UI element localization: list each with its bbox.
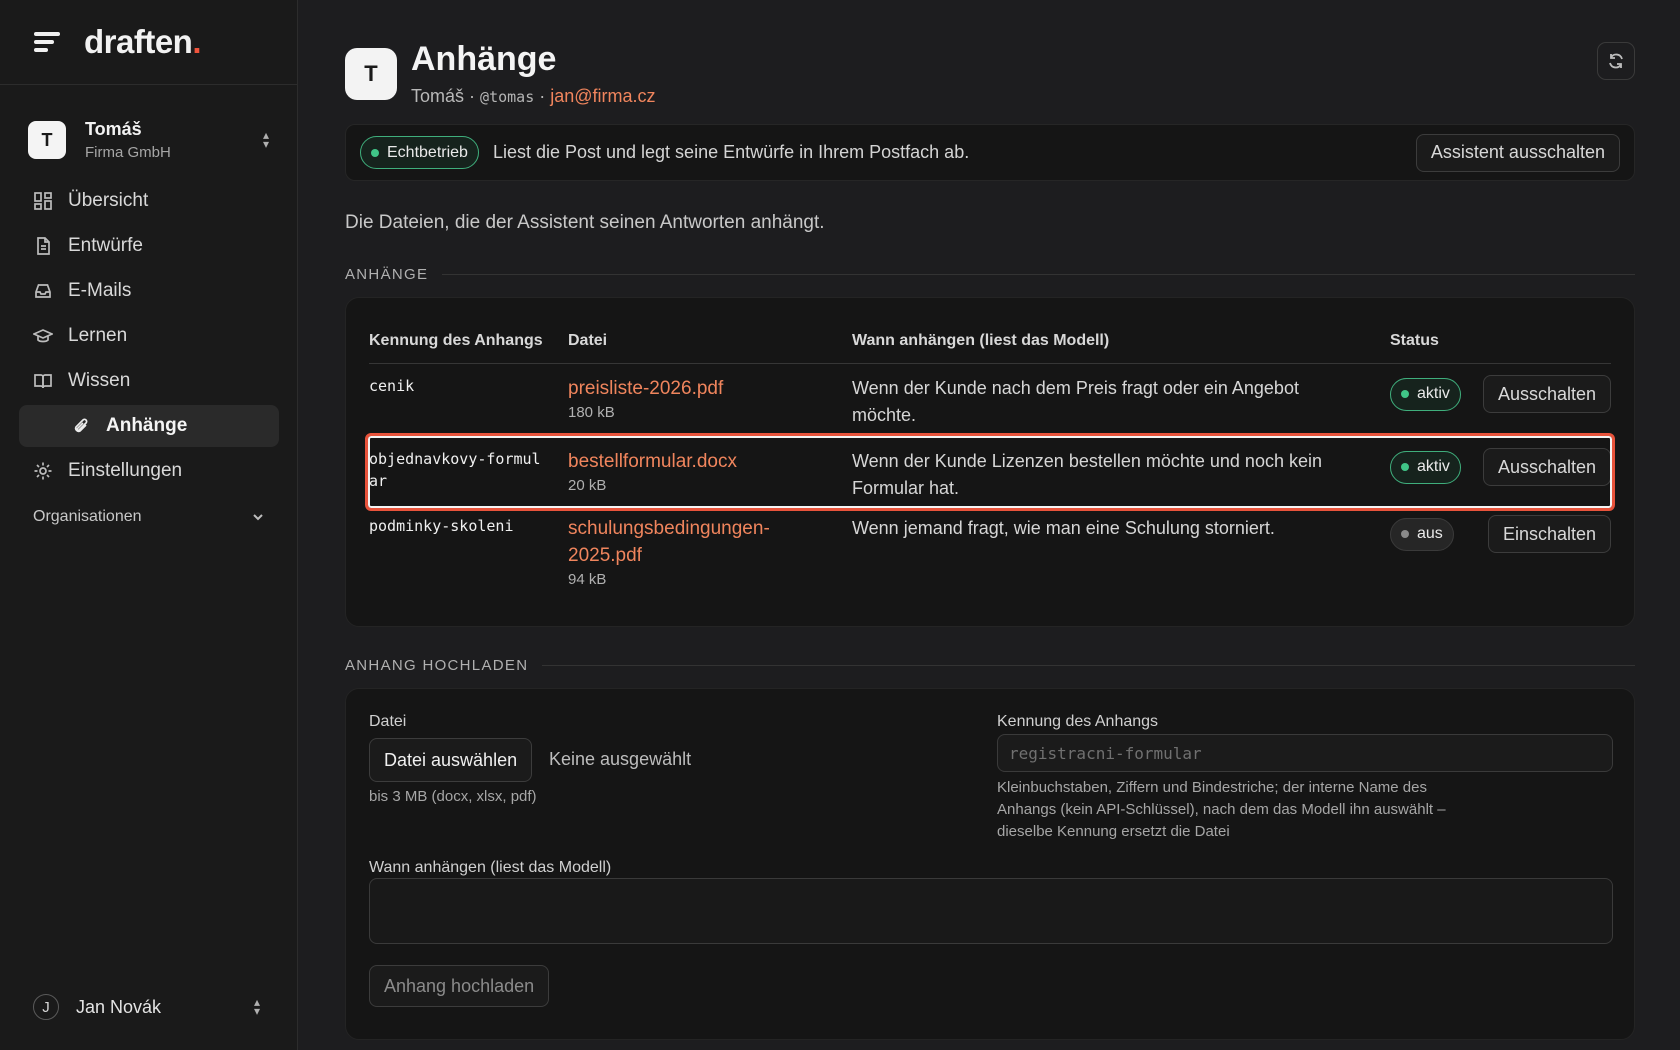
table-row: objednavkovy-formular bestellformular.do… xyxy=(365,433,1615,511)
attachment-id: podminky-skoleni xyxy=(369,517,514,535)
graduation-cap-icon xyxy=(33,329,53,343)
table-row: cenik preisliste-2026.pdf 180 kB Wenn de… xyxy=(369,364,1611,437)
owner-name: Tomáš xyxy=(411,86,465,106)
status-badge: aus xyxy=(1390,517,1454,551)
refresh-button[interactable] xyxy=(1597,42,1635,80)
attachment-id-help: Kleinbuchstaben, Ziffern und Bindestrich… xyxy=(997,779,1446,840)
sidebar-item-label: Lernen xyxy=(68,325,128,346)
file-label: Datei xyxy=(369,713,407,730)
sidebar-nav: Übersicht Entwürfe E-Mails Lernen Wissen… xyxy=(19,180,279,495)
upload-attachment-button[interactable]: Anhang hochladen xyxy=(369,965,550,1007)
sidebar-item-emails[interactable]: E-Mails xyxy=(19,270,279,312)
user-name: Jan Novák xyxy=(76,996,162,1017)
sidebar-item-uebersicht[interactable]: Übersicht xyxy=(19,180,279,222)
sidebar-group-organisationen[interactable]: Organisationen xyxy=(33,508,265,526)
enable-attachment-button[interactable]: Einschalten xyxy=(1487,515,1611,553)
upload-card: Datei Datei auswählen Keine ausgewählt b… xyxy=(345,688,1635,1040)
sidebar-item-lernen[interactable]: Lernen xyxy=(19,315,279,357)
gear-icon xyxy=(34,462,52,480)
column-header-status: Status xyxy=(1390,331,1439,349)
user-switcher[interactable]: J Jan Novák ▴ ▾ xyxy=(33,994,265,1020)
assistant-avatar: T xyxy=(345,48,397,100)
column-header-id: Kennung des Anhangs xyxy=(369,331,543,349)
sidebar: draften. T Tomáš Firma GmbH ▴ ▾ Übersicht… xyxy=(0,0,298,1050)
refresh-icon xyxy=(1609,53,1623,69)
sidebar-item-label: Übersicht xyxy=(68,190,149,211)
table-header: Kennung des Anhangs Datei Wann anhängen … xyxy=(369,318,1611,364)
row-highlight xyxy=(365,433,1615,511)
page-title: Anhänge xyxy=(411,40,557,78)
sidebar-item-entwuerfe[interactable]: Entwürfe xyxy=(19,225,279,267)
status-dot-icon xyxy=(371,148,379,157)
inbox-icon xyxy=(35,284,51,298)
attachment-file-size: 180 kB xyxy=(568,404,615,421)
choose-file-button[interactable]: Datei auswählen xyxy=(369,738,533,782)
book-icon xyxy=(34,374,52,389)
section-title-attachments: ANHÄNGE xyxy=(345,266,1635,283)
brand-bar: draften. xyxy=(0,0,297,85)
document-icon xyxy=(37,237,50,255)
attachment-id-label: Kennung des Anhangs xyxy=(997,713,1159,730)
sidebar-item-label: Wissen xyxy=(68,370,131,391)
disable-attachment-button[interactable]: Ausschalten xyxy=(1482,375,1611,413)
status-badge: aktiv xyxy=(1390,377,1461,411)
when-label: Wann anhängen (liest das Modell) xyxy=(369,859,612,876)
attachment-file-size: 94 kB xyxy=(568,571,607,588)
chevron-updown-icon: ▴ ▾ xyxy=(253,995,261,1018)
attachment-when: Wenn der Kunde nach dem Preis fragt oder… xyxy=(852,378,1299,425)
owner-email-link[interactable]: jan@firma.cz xyxy=(550,86,655,106)
file-help: bis 3 MB (docx, xlsx, pdf) xyxy=(369,788,537,805)
attachment-id: cenik xyxy=(369,377,415,395)
page-meta: Tomáš · @tomas · jan@firma.cz xyxy=(411,86,656,106)
grid-icon xyxy=(34,192,52,210)
sidebar-item-einstellungen[interactable]: Einstellungen xyxy=(19,450,279,492)
page-header: T Anhänge Tomáš · @tomas · jan@firma.cz xyxy=(345,40,1635,112)
section-title-upload: ANHANG HOCHLADEN xyxy=(345,657,1635,674)
sidebar-item-label: Einstellungen xyxy=(68,460,183,481)
user-avatar: J xyxy=(33,994,59,1020)
attachments-table: Kennung des Anhangs Datei Wann anhängen … xyxy=(365,318,1615,601)
sidebar-item-anhaenge[interactable]: Anhänge xyxy=(19,405,279,447)
status-dot-icon xyxy=(1401,390,1409,398)
attachment-file-link[interactable]: preisliste-2026.pdf xyxy=(568,375,852,402)
paperclip-icon xyxy=(74,418,88,433)
disable-assistant-button[interactable]: Assistent ausschalten xyxy=(1415,133,1620,172)
org-name: Tomáš xyxy=(85,119,142,139)
sidebar-item-label: Entwürfe xyxy=(68,235,143,256)
column-header-when: Wann anhängen (liest das Modell) xyxy=(852,331,1110,349)
org-company: Firma GmbH xyxy=(85,144,171,161)
status-text: Liest die Post und legt seine Entwürfe i… xyxy=(492,142,970,162)
logo[interactable]: draften. xyxy=(84,23,201,61)
org-switcher[interactable]: T Tomáš Firma GmbH ▴ ▾ xyxy=(28,115,274,165)
sidebar-item-wissen[interactable]: Wissen xyxy=(19,360,279,402)
attachment-file-link[interactable]: schulungsbedingungen-2025.pdf xyxy=(568,515,822,569)
chevron-down-icon xyxy=(253,514,263,521)
sidebar-item-label: Anhänge xyxy=(106,415,188,436)
sidebar-item-label: E-Mails xyxy=(68,280,132,301)
assistant-status-bar: Echtbetrieb Liest die Post und legt sein… xyxy=(345,124,1635,181)
file-none-chosen: Keine ausgewählt xyxy=(549,749,692,769)
attachment-when: Wenn jemand fragt, wie man eine Schulung… xyxy=(852,518,1275,538)
menu-icon[interactable] xyxy=(34,32,60,52)
org-avatar: T xyxy=(28,121,66,159)
attachment-id-input[interactable]: registracni-formular xyxy=(997,734,1613,772)
table-row: podminky-skoleni schulungsbedingungen-20… xyxy=(369,511,1611,601)
chevron-updown-icon: ▴ ▾ xyxy=(262,128,270,151)
attachments-card: Kennung des Anhangs Datei Wann anhängen … xyxy=(345,297,1635,627)
status-badge-live: Echtbetrieb xyxy=(360,136,479,169)
status-dot-icon xyxy=(1401,530,1409,538)
owner-handle: @tomas xyxy=(480,88,535,106)
column-header-file: Datei xyxy=(568,331,608,349)
sidebar-group-label: Organisationen xyxy=(33,508,142,525)
when-textarea[interactable] xyxy=(369,878,1613,944)
page-description: Die Dateien, die der Assistent seinen An… xyxy=(345,212,825,233)
